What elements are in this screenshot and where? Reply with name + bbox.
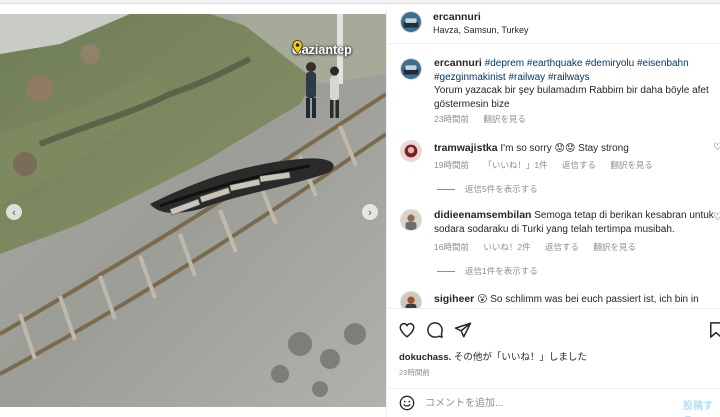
comment-username[interactable]: sigiheer [434, 293, 474, 305]
post-location[interactable]: Havza, Samsun, Turkey [433, 25, 529, 35]
author-username[interactable]: ercannuri [433, 11, 481, 23]
liked-by-username[interactable]: dokuchass. [399, 352, 451, 363]
caption-meta: 23時間前 翻訳を見る [434, 113, 538, 125]
like-comment-icon[interactable]: ♡ [713, 142, 720, 153]
comment-avatar[interactable] [400, 140, 422, 162]
view-replies-label: 返信5件を表示する [465, 184, 538, 194]
comment-username[interactable]: didieenamsembilan [434, 209, 531, 221]
emoji-button[interactable] [399, 395, 415, 411]
view-replies-label: 返信1件を表示する [465, 266, 538, 276]
paper-plane-icon [454, 322, 472, 338]
post-time: 23時間前 [399, 368, 430, 377]
post-media[interactable]: Gaziantep ‹ › [0, 14, 386, 407]
chevron-left-icon: ‹ [11, 205, 17, 219]
post-comment-button[interactable]: 投稿する [683, 397, 720, 417]
comment-button[interactable] [426, 321, 444, 339]
divider-line [437, 270, 455, 272]
view-replies-link[interactable]: 返信5件を表示する [437, 183, 538, 195]
likes-summary[interactable]: dokuchass. その他が「いいね！」しました [399, 349, 587, 363]
next-media-button[interactable]: › [362, 204, 378, 220]
post-details-panel: ercannuri Havza, Samsun, Turkey ercannur… [386, 0, 720, 417]
location-tag[interactable]: Gaziantep [292, 40, 352, 60]
view-replies-link[interactable]: 返信1件を表示する [437, 265, 538, 277]
comment-avatar[interactable] [400, 209, 422, 231]
previous-media-button[interactable]: ‹ [6, 204, 22, 220]
caption-username[interactable]: ercannuri [434, 57, 482, 69]
caption-text: ercannuri #deprem #earthquake #demiryolu… [434, 57, 714, 111]
comment-text: sigiheer 😮 So schlimm was bei euch passi… [434, 293, 714, 307]
caption-body-2: göstermesin bize [434, 98, 510, 110]
avatar-image [401, 59, 421, 79]
comment-likes[interactable]: いいね！2件 [483, 242, 530, 252]
comment-body: I'm so sorry 😟😟 Stay strong [500, 143, 629, 154]
caption-hashtags-2[interactable]: #gezginmakinist #railway #railways [434, 72, 590, 83]
comment-reply-link[interactable]: 返信する [562, 160, 596, 170]
save-button[interactable] [707, 321, 720, 339]
action-bar [387, 308, 720, 348]
comment-text: tramwajistka I'm so sorry 😟😟 Stay strong [434, 142, 714, 156]
comment-bubble-icon [427, 322, 443, 338]
caption-translate-link[interactable]: 翻訳を見る [483, 114, 526, 124]
author-avatar[interactable] [400, 11, 422, 33]
comment-translate-link[interactable]: 翻訳を見る [593, 242, 636, 252]
comment-reply-link[interactable]: 返信する [545, 242, 579, 252]
post-photo [0, 14, 386, 407]
heart-icon [399, 322, 415, 338]
chevron-right-icon: › [367, 205, 373, 219]
share-button[interactable] [454, 321, 472, 339]
caption-body-1: Yorum yazacak bir şey bulamadım Rabbim b… [434, 85, 709, 96]
avatar-image [401, 210, 421, 230]
liked-by-suffix: その他が「いいね！」しました [453, 352, 587, 363]
like-comment-icon[interactable]: ♡ [713, 212, 720, 223]
caption-avatar[interactable] [400, 58, 422, 80]
comment-avatar[interactable] [400, 291, 422, 308]
comments-list: ercannuri #deprem #earthquake #demiryolu… [387, 44, 720, 308]
comment-translate-link[interactable]: 翻訳を見る [610, 160, 653, 170]
comment-username[interactable]: tramwajistka [434, 142, 498, 154]
comment-likes[interactable]: 「いいね！」1件 [483, 160, 547, 170]
like-button[interactable] [398, 321, 416, 339]
post-header: ercannuri Havza, Samsun, Turkey [387, 0, 720, 44]
comment-body-1: Semoga tetap di berikan kesabran untuk [534, 210, 714, 221]
add-comment-bar: 投稿する [387, 388, 720, 417]
comment-body: 😮 So schlimm was bei euch passiert ist, … [477, 294, 699, 305]
caption-time: 23時間前 [434, 114, 469, 124]
comment-input[interactable] [425, 395, 665, 411]
comment-meta: 19時間前 「いいね！」1件 返信する 翻訳を見る [434, 159, 665, 171]
divider-line [437, 188, 455, 190]
pin-icon [292, 40, 303, 54]
avatar-image [401, 12, 421, 32]
bookmark-icon [710, 322, 720, 338]
comment-body-2: sodara sodaraku di Turki yang telah tert… [434, 223, 675, 235]
comment-meta: 16時間前 いいね！2件 返信する 翻訳を見る [434, 241, 648, 253]
smiley-icon [399, 395, 415, 411]
comment-time: 19時間前 [434, 160, 469, 170]
comment-time: 16時間前 [434, 242, 469, 252]
avatar-image [401, 141, 421, 161]
instagram-post-window: Gaziantep ‹ › ercannuri Havza, Samsun, T… [0, 0, 720, 417]
comment-text: didieenamsembilan Semoga tetap di berika… [434, 209, 714, 236]
caption-hashtags-1[interactable]: #deprem #earthquake #demiryolu #eisenbah… [485, 58, 689, 69]
avatar-image [401, 292, 421, 308]
